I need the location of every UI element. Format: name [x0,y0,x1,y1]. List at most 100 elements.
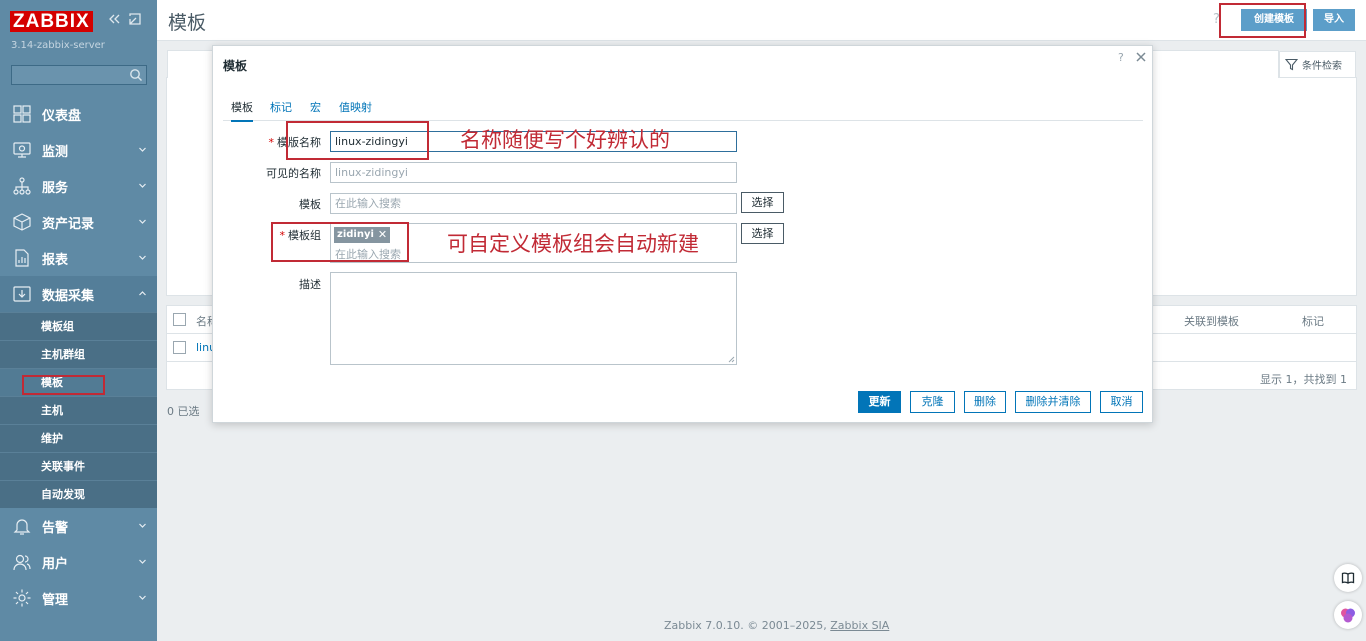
guide-button[interactable] [1334,564,1362,592]
menu-services[interactable]: 服务 [0,168,157,204]
menu-users[interactable]: 用户 [0,544,157,580]
collapse-sidebar-icon[interactable] [107,12,121,26]
tab-template[interactable]: 模板 [231,99,253,122]
chevron-down-icon [138,521,147,530]
tab-tags[interactable]: 标记 [270,99,292,115]
menu-label: 服务 [42,180,69,196]
menu-label: 监测 [42,144,69,160]
delete-button[interactable]: 删除 [964,391,1006,413]
clone-button[interactable]: 克隆 [910,391,955,413]
company-link[interactable]: Zabbix SIA [830,619,889,632]
menu-label: 仪表盘 [42,108,82,124]
copyright: Zabbix 7.0.10. © 2001–2025, Zabbix SIA [664,619,889,632]
kiosk-mode-icon[interactable] [128,12,142,26]
menu-label: 用户 [42,556,69,572]
visible-name-input[interactable]: linux-zidingyi [330,162,737,183]
services-icon [12,176,32,196]
chevron-down-icon [138,145,147,154]
delete-and-clear-button[interactable]: 删除并清除 [1015,391,1091,413]
menu-label: 告警 [42,520,69,536]
zabbix-logo[interactable]: ZABBIX [10,11,93,32]
filter-tab[interactable]: 条件检索 [1279,51,1356,77]
templates-placeholder: 在此输入搜索 [335,197,401,210]
bell-icon [12,516,32,536]
copyright-text: Zabbix 7.0.10. © 2001–2025, [664,619,831,632]
menu-administration[interactable]: 管理 [0,580,157,616]
dialog-title: 模板 [223,59,248,73]
visible-name-placeholder: linux-zidingyi [335,166,408,179]
chevron-down-icon [138,593,147,602]
import-button[interactable]: 导入 [1313,9,1355,31]
column-tags: 标记 [1302,315,1324,328]
tab-value-mapping[interactable]: 值映射 [339,99,372,115]
page-title: 模板 [168,12,207,34]
annotation-group-note: 可自定义模板组会自动新建 [447,232,699,256]
menu-label: 管理 [42,592,69,608]
menu-monitoring[interactable]: 监测 [0,132,157,168]
assistant-button[interactable] [1334,601,1362,629]
chevron-down-icon [138,217,147,226]
annotation-name-box [286,121,429,160]
submenu-hosts[interactable]: 主机 [0,396,157,424]
tab-macros[interactable]: 宏 [310,99,321,115]
resize-handle-icon[interactable] [728,356,735,363]
close-icon[interactable] [1135,51,1147,63]
gear-icon [12,588,32,608]
data-collection-icon [12,284,32,304]
server-name: 3.14-zabbix-server [11,40,105,51]
submenu-host-groups[interactable]: 主机群组 [0,340,157,368]
menu-reports[interactable]: 报表 [0,240,157,276]
main-menu: 仪表盘 监测 服务 资产记录 报表 数据采集 模板组 主机群组 模板 主机 维护… [0,96,157,616]
row-checkbox[interactable] [173,341,186,354]
dashboard-icon [12,104,32,124]
submenu-template-groups[interactable]: 模板组 [0,312,157,340]
brain-icon [1339,606,1357,624]
select-templates-button[interactable]: 选择 [741,192,784,213]
menu-alerts[interactable]: 告警 [0,508,157,544]
annotation-group-box [271,222,409,262]
inventory-icon [12,212,32,232]
templates-input[interactable]: 在此输入搜索 [330,193,737,214]
submenu-maintenance[interactable]: 维护 [0,424,157,452]
filter-label: 条件检索 [1302,61,1342,72]
description-textarea[interactable] [330,272,737,365]
menu-label: 报表 [42,252,69,268]
menu-label: 数据采集 [42,288,95,304]
sidebar-search-input[interactable] [11,65,147,85]
annotation-name-note: 名称随便写个好辨认的 [460,128,670,152]
monitoring-icon [12,140,32,160]
menu-label: 资产记录 [42,216,95,232]
chevron-down-icon [138,557,147,566]
page-header: 模板 ? 创建模板 导入 [157,0,1366,41]
sidebar: ZABBIX 3.14-zabbix-server 仪表盘 监测 服务 资产记录 [0,0,157,641]
table-stats: 显示 1，共找到 1 [1260,373,1347,386]
menu-dashboard[interactable]: 仪表盘 [0,96,157,132]
required-mark: * [268,136,275,149]
search-icon[interactable] [129,68,143,82]
select-all-checkbox[interactable] [173,313,186,326]
selected-count: 0 已选 [167,405,200,418]
reports-icon [12,248,32,268]
chevron-down-icon [138,253,147,262]
visible-name-label: 可见的名称 [266,167,321,180]
submenu-discovery[interactable]: 自动发现 [0,480,157,508]
filter-icon [1285,58,1298,71]
select-groups-button[interactable]: 选择 [741,223,784,244]
annotation-create-template-box [1219,3,1306,38]
chevron-up-icon [138,289,147,298]
column-linked-templates: 关联到模板 [1184,315,1239,328]
update-button[interactable]: 更新 [858,391,901,413]
description-label: 描述 [299,278,321,291]
dialog-help-icon[interactable]: ? [1118,51,1124,64]
menu-inventory[interactable]: 资产记录 [0,204,157,240]
templates-label: 模板 [299,198,321,211]
chevron-down-icon [138,181,147,190]
dialog-tabs: 模板 标记 宏 值映射 [223,96,1143,122]
users-icon [12,552,32,572]
annotation-templates-menu-box [22,375,105,395]
submenu-event-correlation[interactable]: 关联事件 [0,452,157,480]
data-collection-submenu: 模板组 主机群组 模板 主机 维护 关联事件 自动发现 [0,312,157,508]
template-name-link[interactable]: linux-zidingyi [196,341,213,354]
cancel-button[interactable]: 取消 [1100,391,1143,413]
menu-data-collection[interactable]: 数据采集 [0,276,157,312]
